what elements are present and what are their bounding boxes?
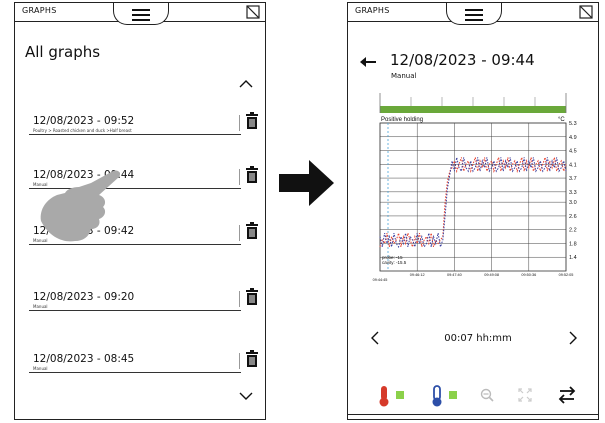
y-tick-label: 1.4: [569, 255, 577, 261]
x-tick-label: 09:49:08: [484, 273, 499, 277]
y-tick-label: 5.3: [569, 121, 577, 127]
screen-tab-label: GRAPHS: [22, 6, 57, 15]
graph-list-item[interactable]: 12/08/2023 - 08:45 Manual: [23, 347, 259, 381]
x-tick-label: 09:50:36: [521, 273, 536, 277]
thermometer-blue-icon[interactable]: [428, 385, 446, 407]
chevron-left-icon[interactable]: [370, 331, 380, 345]
y-tick-label: 4.1: [569, 162, 577, 168]
graph-subtitle: Manual: [33, 304, 48, 309]
cavity-annotation: cavity: -15.5: [382, 260, 407, 265]
item-side-bar: [239, 169, 240, 185]
y-tick-label: 3.0: [569, 200, 577, 206]
x-tick-label: 09:46:12: [410, 273, 425, 277]
duration-label: 00:07 hh:mm: [444, 333, 512, 344]
x-tick-label: 09:47:40: [447, 273, 462, 277]
hamburger-menu-icon[interactable]: [132, 9, 150, 21]
menu-tab[interactable]: [113, 3, 169, 25]
graph-list-item[interactable]: 12/08/2023 - 09:20 Manual: [23, 285, 259, 319]
page-title: All graphs: [25, 43, 101, 61]
y-tick-label: 4.5: [569, 149, 577, 155]
item-divider: [29, 372, 241, 373]
chevron-up-icon[interactable]: [239, 79, 253, 89]
item-divider: [29, 134, 241, 135]
y-tick-label: 1.8: [569, 241, 577, 247]
graph-subtitle: Manual: [33, 366, 48, 371]
swap-arrows-icon[interactable]: [558, 386, 576, 404]
arrow-right-icon: [279, 160, 334, 206]
graph-list-item[interactable]: 12/08/2023 - 09:52 Poultry > Roasted chi…: [23, 109, 259, 143]
menu-tab[interactable]: [446, 3, 502, 25]
fullscreen-corner-icon[interactable]: [579, 5, 593, 19]
threshold-ticks: [410, 97, 536, 106]
chevron-right-icon[interactable]: [568, 331, 578, 345]
graph-subtitle: Manual: [391, 72, 417, 80]
fullscreen-corner-icon[interactable]: [246, 5, 260, 19]
expand-icon[interactable]: [518, 388, 532, 402]
graph-detail-screen: GRAPHS 12/08/2023 - 09:44 Manual Positiv…: [347, 2, 599, 420]
trash-icon[interactable]: [245, 112, 259, 130]
cavity-status-indicator: [449, 391, 457, 399]
y-axis-unit: °C: [558, 117, 565, 123]
chevron-down-icon[interactable]: [239, 391, 253, 401]
trash-icon[interactable]: [245, 166, 259, 184]
trash-icon[interactable]: [245, 350, 259, 368]
chart-title: Positive holding: [381, 117, 423, 123]
all-graphs-screen: GRAPHS All graphs 12/08/2023 - 09:52 Pou…: [14, 2, 266, 420]
pointing-hand-icon: [40, 170, 121, 242]
trash-icon[interactable]: [245, 222, 259, 240]
x-axis-ticks: 09:44:45 09:46:12 09:47:40 09:49:08 09:50:36…: [373, 273, 574, 282]
y-tick-label: 3.7: [569, 176, 577, 182]
x-tick-label: 09:52:05: [559, 273, 574, 277]
graph-subtitle: Poultry > Roasted chicken and duck >Half…: [33, 128, 132, 133]
item-side-bar: [239, 225, 240, 241]
footer-divider: [348, 414, 598, 415]
graph-datetime: 12/08/2023 - 09:20: [33, 291, 135, 303]
item-side-bar: [239, 353, 240, 369]
y-tick-label: 3.3: [569, 190, 577, 196]
y-tick-label: 2.2: [569, 228, 577, 234]
back-arrow-icon[interactable]: [360, 57, 376, 67]
threshold-bar: [380, 106, 566, 113]
trash-icon[interactable]: [245, 288, 259, 306]
graph-datetime: 12/08/2023 - 08:45: [33, 353, 135, 365]
screen-tab-label: GRAPHS: [355, 6, 390, 15]
thermometer-red-icon[interactable]: [376, 385, 392, 407]
item-side-bar: [239, 115, 240, 131]
temperature-chart: Positive holding °C 5.3 4.9 4.5 4.1 3.7 3.3 3.…: [373, 93, 577, 282]
plot-frame: [379, 122, 567, 272]
y-tick-label: 2.6: [569, 214, 577, 220]
y-tick-label: 4.9: [569, 135, 577, 141]
graph-title-datetime: 12/08/2023 - 09:44: [390, 51, 535, 69]
graph-datetime: 12/08/2023 - 09:52: [33, 115, 135, 127]
item-divider: [29, 310, 241, 311]
probe-status-indicator: [396, 391, 404, 399]
item-side-bar: [239, 291, 240, 307]
y-axis-ticks: 5.3 4.9 4.5 4.1 3.7 3.3 3.0 2.6 2.2 1.8 1.4: [569, 121, 577, 261]
hamburger-menu-icon[interactable]: [465, 9, 483, 21]
x-tick-label: 09:44:45: [373, 278, 388, 282]
chart-grid: [379, 122, 567, 272]
zoom-out-icon[interactable]: [480, 388, 494, 402]
